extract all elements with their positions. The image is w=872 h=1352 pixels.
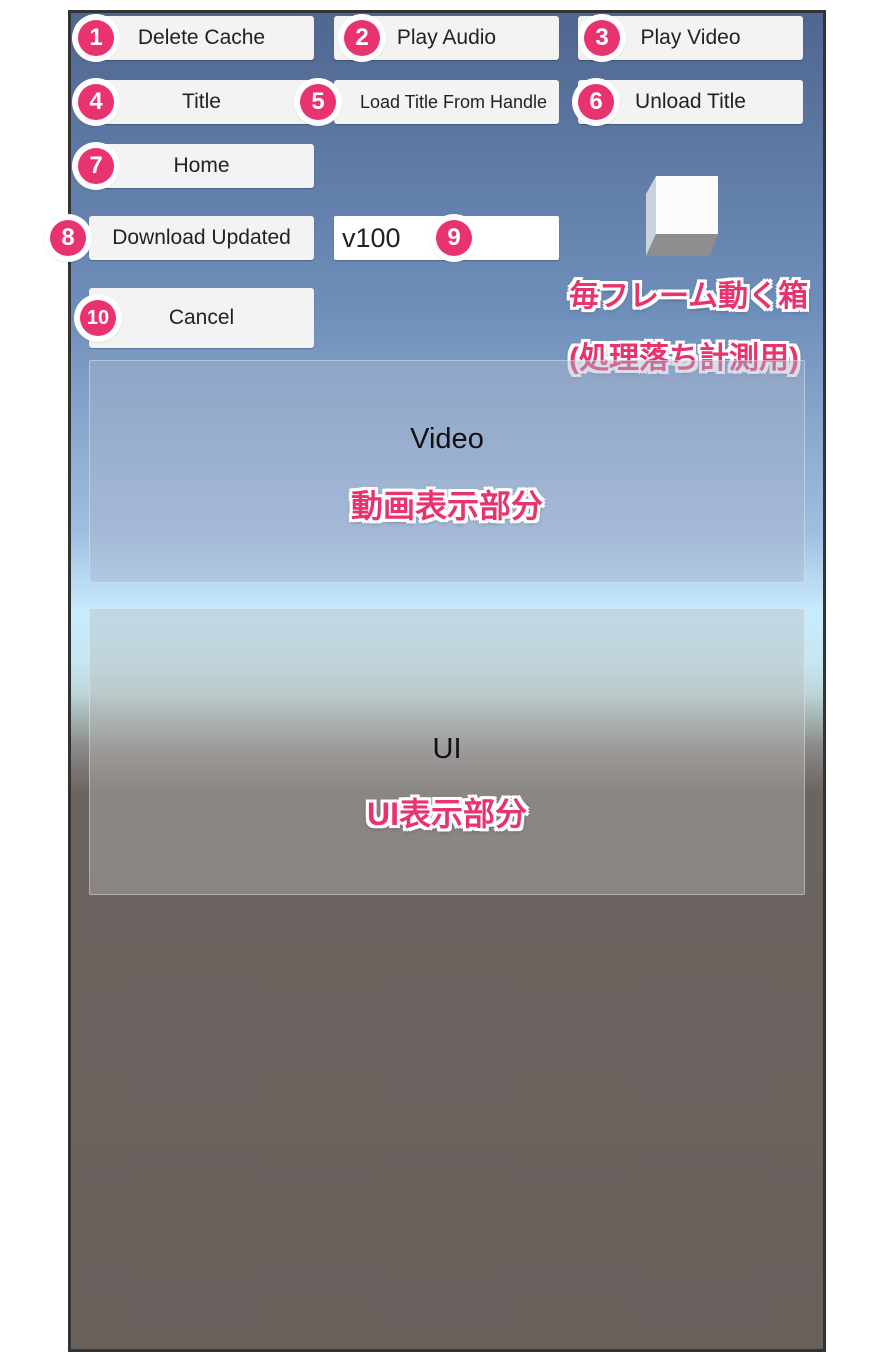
- badge-8: 8: [46, 216, 90, 260]
- badge-8-number: 8: [50, 220, 86, 256]
- badge-1: 1: [74, 16, 118, 60]
- cube-annotation-line1: 毎フレーム動く箱: [569, 280, 809, 313]
- video-panel-annotation: 動画表示部分: [350, 488, 543, 524]
- badge-2-number: 2: [344, 20, 380, 56]
- ui-panel: UI UI表示部分: [89, 608, 805, 895]
- cancel-button[interactable]: Cancel: [89, 288, 314, 348]
- badge-7-number: 7: [78, 148, 114, 184]
- badge-10: 10: [76, 296, 120, 340]
- version-input-value: v100: [342, 222, 401, 253]
- video-panel: Video 動画表示部分: [89, 360, 805, 583]
- badge-9: 9: [432, 216, 476, 260]
- cube-bottom-face: [646, 234, 718, 256]
- badge-6: 6: [574, 80, 618, 124]
- ui-panel-title: UI: [432, 733, 462, 765]
- ui-panel-annotation: UI表示部分: [366, 796, 527, 832]
- badge-4: 4: [74, 80, 118, 124]
- badge-2: 2: [340, 16, 384, 60]
- badge-3: 3: [580, 16, 624, 60]
- moving-cube: [646, 176, 718, 256]
- badge-10-number: 10: [80, 300, 116, 336]
- badge-5-number: 5: [300, 84, 336, 120]
- load-title-from-handle-button[interactable]: Load Title From Handle: [334, 80, 559, 124]
- home-button[interactable]: Home: [89, 144, 314, 188]
- badge-5: 5: [296, 80, 340, 124]
- cube-front-face: [656, 176, 718, 234]
- title-button[interactable]: Title: [89, 80, 314, 124]
- video-panel-title: Video: [410, 423, 484, 455]
- badge-9-number: 9: [436, 220, 472, 256]
- delete-cache-button[interactable]: Delete Cache: [89, 16, 314, 60]
- badge-4-number: 4: [78, 84, 114, 120]
- badge-7: 7: [74, 144, 118, 188]
- download-updated-button[interactable]: Download Updated: [89, 216, 314, 260]
- badge-6-number: 6: [578, 84, 614, 120]
- game-viewport: Delete Cache Play Audio Play Video Title…: [68, 10, 826, 1352]
- badge-3-number: 3: [584, 20, 620, 56]
- badge-1-number: 1: [78, 20, 114, 56]
